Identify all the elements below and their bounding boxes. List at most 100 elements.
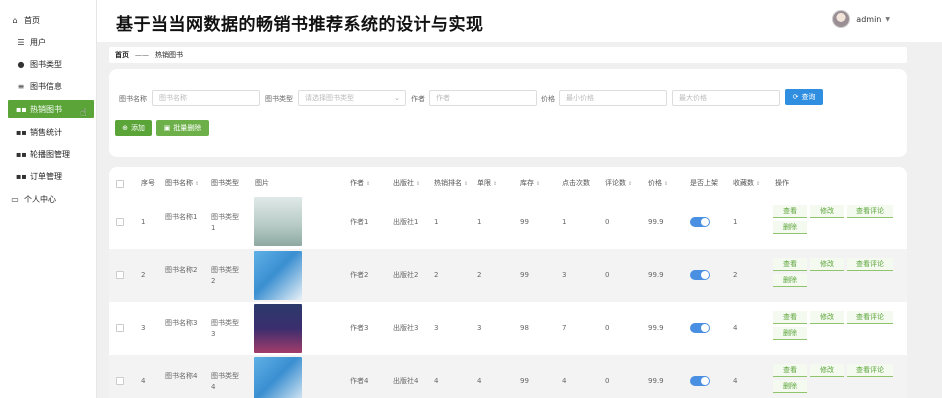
delete-button[interactable]: 删除 [773, 327, 807, 340]
table-row: 4 图书名称4 图书类型4 作者4 出版社4 4 4 99 4 0 99.9 4… [109, 355, 907, 398]
grid-icon: ▪▪ [16, 149, 27, 159]
cell-index: 3 [141, 324, 146, 332]
sidebar-item-profile[interactable]: ▭ 个人中心 [10, 190, 56, 208]
view-comments-button[interactable]: 查看评论 [847, 258, 893, 271]
view-button[interactable]: 查看 [773, 205, 807, 218]
cell-index: 4 [141, 377, 146, 385]
on-shelf-toggle[interactable] [690, 270, 710, 280]
sidebar-item-users[interactable]: ☰ 用户 [16, 33, 46, 51]
add-button[interactable]: ⊕ 添加 [115, 120, 152, 136]
query-button[interactable]: ⟳ 查询 [785, 89, 823, 105]
header-author-label: 作者 [350, 179, 364, 187]
view-button[interactable]: 查看 [773, 364, 807, 377]
sort-icon: ⇕ [628, 181, 633, 187]
cell-rank: 1 [434, 218, 439, 226]
breadcrumb-home[interactable]: 首页 [115, 50, 129, 60]
cell-price: 99.9 [648, 377, 664, 385]
header-price-label: 价格 [648, 179, 662, 187]
row-checkbox[interactable] [116, 324, 124, 332]
book-cover-image [254, 251, 302, 300]
username: admin [856, 14, 882, 24]
view-comments-button[interactable]: 查看评论 [847, 364, 893, 377]
author-input[interactable]: 作者 [429, 90, 537, 106]
header-price[interactable]: 价格 ⇕ [648, 178, 668, 188]
header-on-shelf: 是否上架 [690, 179, 718, 187]
delete-button[interactable]: 删除 [773, 274, 807, 287]
cell-publisher: 出版社4 [393, 377, 419, 385]
edit-button[interactable]: 修改 [810, 258, 844, 271]
cell-type: 图书类型2 [211, 266, 239, 285]
sidebar-item-label: 订单管理 [30, 171, 62, 181]
header-name[interactable]: 图书名称 ⇕ [165, 178, 199, 188]
book-type-placeholder: 请选择图书类型 [305, 94, 354, 102]
cell-author: 作者2 [350, 271, 369, 279]
avatar[interactable] [832, 10, 851, 28]
breadcrumb-separator: —— [135, 51, 149, 59]
list-icon: ≡ [17, 81, 25, 91]
bulk-delete-button[interactable]: ▣ 批量删除 [156, 120, 209, 136]
row-checkbox[interactable] [116, 218, 124, 226]
grid-icon: ▪▪ [16, 171, 27, 181]
header-author[interactable]: 作者 ⇕ [350, 178, 370, 188]
sidebar-item-label: 图书信息 [30, 81, 62, 91]
author-label: 作者 [411, 95, 425, 103]
sidebar-item-book-types[interactable]: ● 图书类型 [16, 55, 63, 73]
sidebar-item-carousel[interactable]: ▪▪ 轮播图管理 [16, 145, 70, 163]
cell-limit: 2 [477, 271, 482, 279]
sidebar-item-label: 首页 [24, 15, 40, 25]
cell-favorites: 4 [733, 324, 738, 332]
header-rank-label: 热销排名 [434, 179, 462, 187]
cell-rank: 3 [434, 324, 439, 332]
book-name-input[interactable]: 图书名称 [152, 90, 260, 106]
cell-name: 图书名称2 [165, 266, 198, 274]
add-button-label: 添加 [130, 124, 145, 132]
grid-icon: ▪▪ [16, 104, 27, 114]
max-price-input[interactable]: 最大价格 [672, 90, 780, 106]
header-limit[interactable]: 单限 ⇕ [477, 178, 497, 188]
sidebar-item-sales-stats[interactable]: ▪▪ 销售统计 [16, 123, 62, 141]
header-name-label: 图书名称 [165, 179, 193, 187]
cell-author: 作者4 [350, 377, 369, 385]
on-shelf-toggle[interactable] [690, 217, 710, 227]
book-type-select[interactable]: 请选择图书类型 ⌄ [298, 90, 406, 106]
view-button[interactable]: 查看 [773, 311, 807, 324]
view-comments-button[interactable]: 查看评论 [847, 311, 893, 324]
cell-index: 1 [141, 218, 146, 226]
row-checkbox[interactable] [116, 271, 124, 279]
user-menu[interactable]: admin ▼ [832, 10, 890, 28]
edit-button[interactable]: 修改 [810, 311, 844, 324]
view-comments-button[interactable]: 查看评论 [847, 205, 893, 218]
delete-button[interactable]: 删除 [773, 380, 807, 393]
select-all-checkbox[interactable] [116, 180, 124, 188]
delete-button[interactable]: 删除 [773, 221, 807, 234]
edit-button[interactable]: 修改 [810, 364, 844, 377]
edit-button[interactable]: 修改 [810, 205, 844, 218]
cell-type: 图书类型4 [211, 372, 239, 391]
header-stock[interactable]: 库存 ⇕ [520, 178, 540, 188]
cell-price: 99.9 [648, 271, 664, 279]
sort-icon: ⇕ [195, 181, 200, 187]
book-cover-image [254, 197, 302, 246]
on-shelf-toggle[interactable] [690, 323, 710, 333]
sidebar-item-home[interactable]: ⌂ 首页 [10, 11, 40, 29]
min-price-input[interactable]: 最小价格 [559, 90, 667, 106]
view-button[interactable]: 查看 [773, 258, 807, 271]
header-rank[interactable]: 热销排名 ⇕ [434, 178, 468, 188]
header-favorites[interactable]: 收藏数 ⇕ [733, 178, 760, 188]
header-publisher[interactable]: 出版社 ⇕ [393, 178, 420, 188]
book-cover-image [254, 304, 302, 353]
header-clicks: 点击次数 [562, 179, 590, 187]
row-checkbox[interactable] [116, 377, 124, 385]
user-icon: ● [17, 59, 25, 69]
caret-down-icon: ▼ [885, 15, 890, 23]
cell-clicks: 7 [562, 324, 567, 332]
cell-limit: 4 [477, 377, 482, 385]
header-comments[interactable]: 评论数 ⇕ [605, 178, 632, 188]
on-shelf-toggle[interactable] [690, 376, 710, 386]
sidebar-item-book-info[interactable]: ≡ 图书信息 [16, 77, 62, 95]
sidebar-item-orders[interactable]: ▪▪ 订单管理 [16, 167, 62, 185]
grid-icon: ▪▪ [16, 127, 27, 137]
cell-publisher: 出版社1 [393, 218, 419, 226]
plus-circle-icon: ⊕ [122, 124, 128, 132]
cell-author: 作者1 [350, 218, 369, 226]
